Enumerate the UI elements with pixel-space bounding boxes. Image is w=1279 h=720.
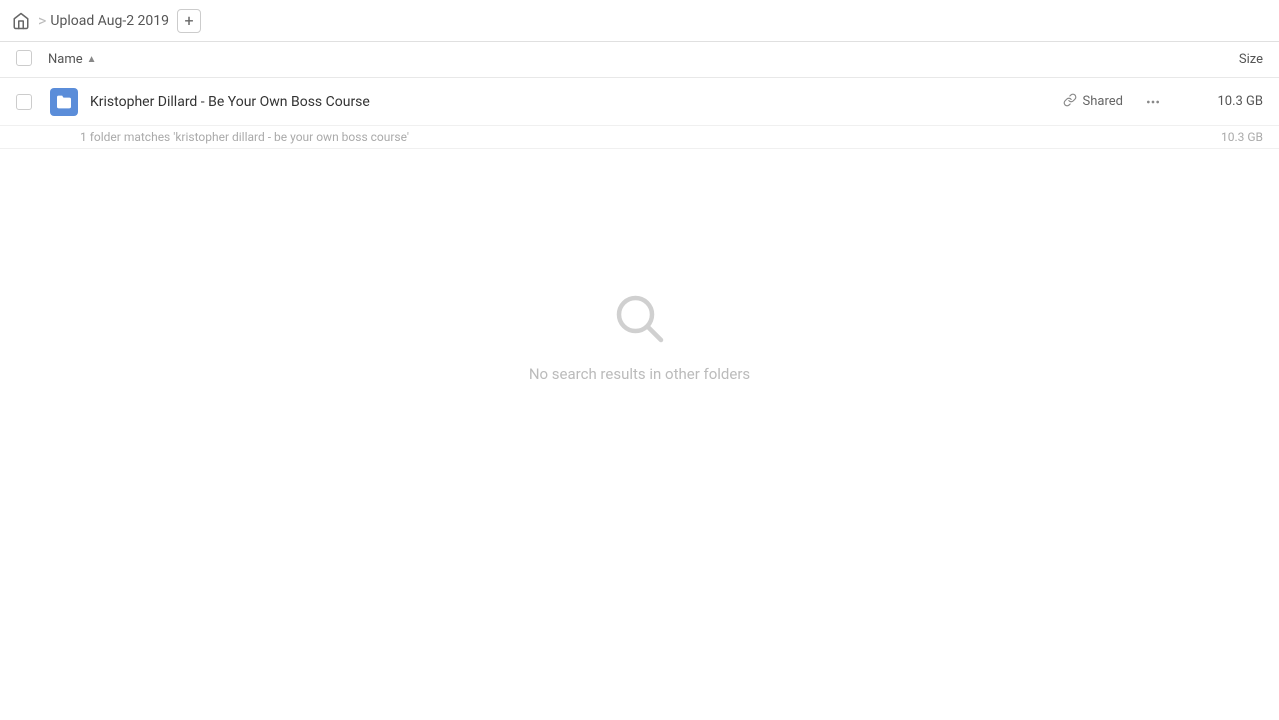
size-label: Size [1239, 52, 1263, 67]
folder-icon [48, 88, 80, 116]
sort-arrow: ▲ [87, 54, 97, 65]
row-checkbox[interactable] [16, 94, 48, 110]
breadcrumb-separator: > [38, 11, 46, 30]
match-info-text: 1 folder matches 'kristopher dillard - b… [80, 130, 1183, 144]
match-info-row: 1 folder matches 'kristopher dillard - b… [0, 126, 1279, 149]
breadcrumb-item[interactable]: Upload Aug-2 2019 [50, 13, 169, 29]
select-all-checkbox[interactable] [16, 50, 32, 66]
name-column-header[interactable]: Name ▲ [48, 52, 1183, 67]
column-header: Name ▲ Size [0, 42, 1279, 78]
match-info-size: 10.3 GB [1183, 130, 1263, 144]
size-column-header[interactable]: Size [1183, 52, 1263, 67]
top-bar: > Upload Aug-2 2019 + [0, 0, 1279, 42]
row-select-checkbox[interactable] [16, 94, 32, 110]
file-row[interactable]: Kristopher Dillard - Be Your Own Boss Co… [0, 78, 1279, 126]
shared-label: Shared [1083, 94, 1123, 109]
link-icon [1063, 93, 1077, 111]
add-tab-button[interactable]: + [177, 9, 201, 33]
home-button[interactable] [12, 12, 30, 30]
file-name[interactable]: Kristopher Dillard - Be Your Own Boss Co… [80, 94, 1063, 110]
folder-icon-bg [50, 88, 78, 116]
file-size: 10.3 GB [1183, 94, 1263, 109]
no-results-icon [610, 289, 670, 349]
no-results-message: No search results in other folders [529, 365, 750, 383]
empty-state: No search results in other folders [0, 289, 1279, 383]
shared-status: Shared [1063, 93, 1123, 111]
name-label: Name [48, 52, 83, 67]
more-options-button[interactable] [1139, 88, 1167, 116]
header-checkbox[interactable] [16, 50, 48, 70]
